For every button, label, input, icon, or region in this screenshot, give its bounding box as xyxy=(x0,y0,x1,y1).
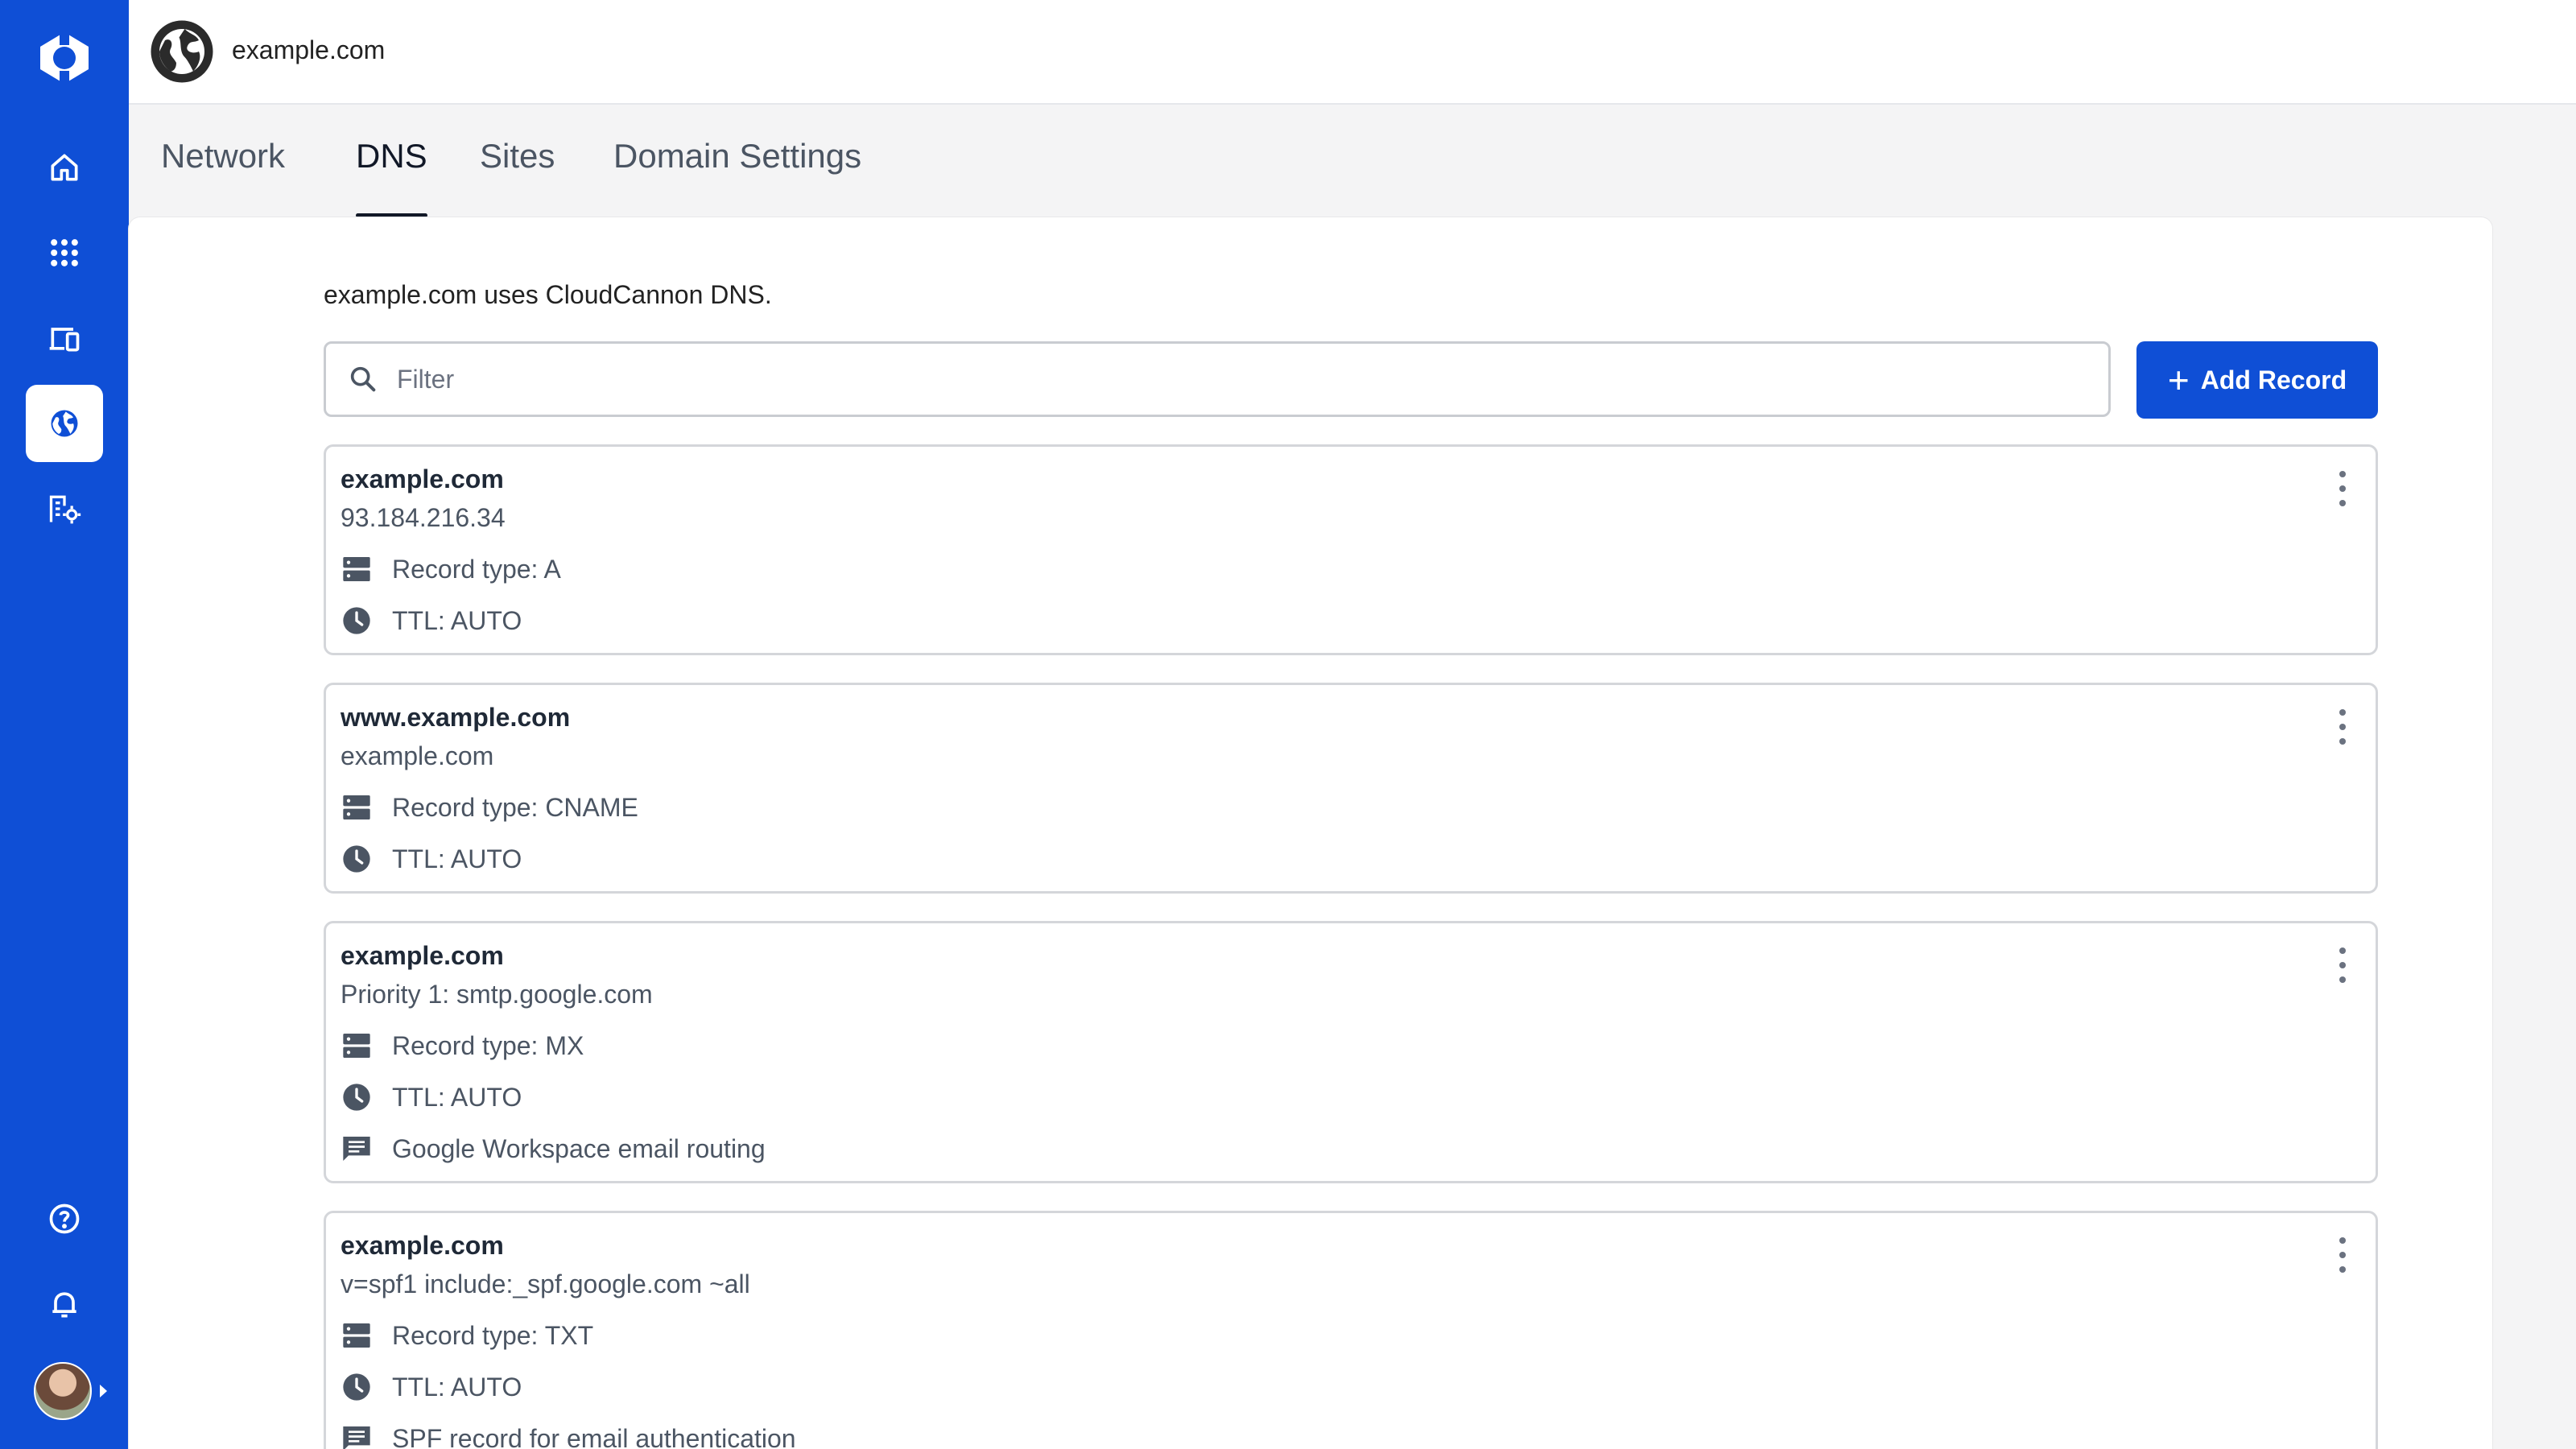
server-icon xyxy=(341,553,373,585)
record-value: Priority 1: smtp.google.com xyxy=(341,980,653,1009)
server-icon xyxy=(341,791,373,824)
record-comment: SPF record for email authentication xyxy=(392,1423,796,1449)
record-value: example.com xyxy=(341,741,494,770)
record-menu-icon[interactable] xyxy=(2330,471,2355,506)
domain-tabs: Network DNS Sites Domain Settings xyxy=(129,105,2576,217)
record-comment: Google Workspace email routing xyxy=(392,1133,766,1163)
server-icon xyxy=(341,1030,373,1062)
record-type-row: Record type: A xyxy=(341,551,561,587)
add-record-button[interactable]: + Add Record xyxy=(2136,341,2378,419)
organization-settings-icon[interactable] xyxy=(26,470,103,547)
clock-icon xyxy=(341,843,373,875)
tab-sites[interactable]: Sites xyxy=(480,137,555,217)
help-icon[interactable] xyxy=(26,1180,103,1257)
record-ttl: TTL: AUTO xyxy=(392,1082,522,1112)
record-ttl: TTL: AUTO xyxy=(392,605,522,635)
left-nav-rail xyxy=(0,0,129,1449)
globe-icon[interactable] xyxy=(26,385,103,462)
record-type: Record type: CNAME xyxy=(392,792,638,822)
dns-record-card[interactable]: example.com 93.184.216.34 Record type: A… xyxy=(324,444,2378,655)
tab-dns[interactable]: DNS xyxy=(356,137,427,217)
clock-icon xyxy=(341,1371,373,1403)
dns-provider-note: example.com uses CloudCannon DNS. xyxy=(324,280,772,309)
server-icon xyxy=(341,1319,373,1352)
cloudcannon-logo[interactable] xyxy=(32,29,97,87)
filter-field[interactable] xyxy=(324,341,2111,417)
add-record-label: Add Record xyxy=(2200,365,2347,394)
bell-icon[interactable] xyxy=(26,1265,103,1343)
devices-icon[interactable] xyxy=(26,299,103,377)
tab-network[interactable]: Network xyxy=(161,137,285,217)
search-icon xyxy=(350,366,376,392)
record-name: example.com xyxy=(341,464,504,493)
dns-record-card[interactable]: example.com Priority 1: smtp.google.com … xyxy=(324,921,2378,1183)
dns-record-card[interactable]: www.example.com example.com Record type:… xyxy=(324,683,2378,894)
record-menu-icon[interactable] xyxy=(2330,947,2355,983)
top-bar: example.com xyxy=(129,0,2576,105)
clock-icon xyxy=(341,605,373,637)
dns-panel: example.com uses CloudCannon DNS. + Add … xyxy=(129,217,2492,1449)
record-value: 93.184.216.34 xyxy=(341,503,506,532)
record-ttl-row: TTL: AUTO xyxy=(341,841,522,877)
record-name: example.com xyxy=(341,1231,504,1260)
record-type-row: Record type: CNAME xyxy=(341,790,638,825)
filter-input[interactable] xyxy=(397,364,2007,394)
record-ttl-row: TTL: AUTO xyxy=(341,1369,522,1405)
record-ttl: TTL: AUTO xyxy=(392,1372,522,1402)
record-name: www.example.com xyxy=(341,703,571,732)
record-menu-icon[interactable] xyxy=(2330,709,2355,745)
record-name: example.com xyxy=(341,941,504,970)
record-value: v=spf1 include:_spf.google.com ~all xyxy=(341,1269,750,1298)
home-icon[interactable] xyxy=(26,129,103,206)
clock-icon xyxy=(341,1081,373,1113)
plus-icon: + xyxy=(2167,359,2190,401)
apps-grid-icon[interactable] xyxy=(26,214,103,291)
tab-domain-settings[interactable]: Domain Settings xyxy=(613,137,861,217)
caret-right-icon xyxy=(100,1385,107,1397)
avatar[interactable] xyxy=(34,1362,92,1420)
record-ttl-row: TTL: AUTO xyxy=(341,603,522,638)
dns-record-card[interactable]: example.com v=spf1 include:_spf.google.c… xyxy=(324,1211,2378,1449)
record-type: Record type: MX xyxy=(392,1030,584,1060)
record-comment-row: Google Workspace email routing xyxy=(341,1131,766,1166)
record-comment-row: SPF record for email authentication xyxy=(341,1421,796,1449)
record-ttl-row: TTL: AUTO xyxy=(341,1080,522,1115)
record-ttl: TTL: AUTO xyxy=(392,844,522,873)
site-globe-icon xyxy=(151,20,213,83)
record-type: Record type: A xyxy=(392,554,561,584)
record-type: Record type: TXT xyxy=(392,1320,594,1350)
site-title: example.com xyxy=(232,35,386,64)
record-type-row: Record type: MX xyxy=(341,1028,584,1063)
comment-icon xyxy=(341,1133,373,1165)
comment-icon xyxy=(341,1422,373,1449)
record-type-row: Record type: TXT xyxy=(341,1318,593,1353)
user-menu[interactable] xyxy=(34,1360,114,1422)
record-menu-icon[interactable] xyxy=(2330,1237,2355,1273)
tab-dns-label: DNS xyxy=(356,137,427,175)
